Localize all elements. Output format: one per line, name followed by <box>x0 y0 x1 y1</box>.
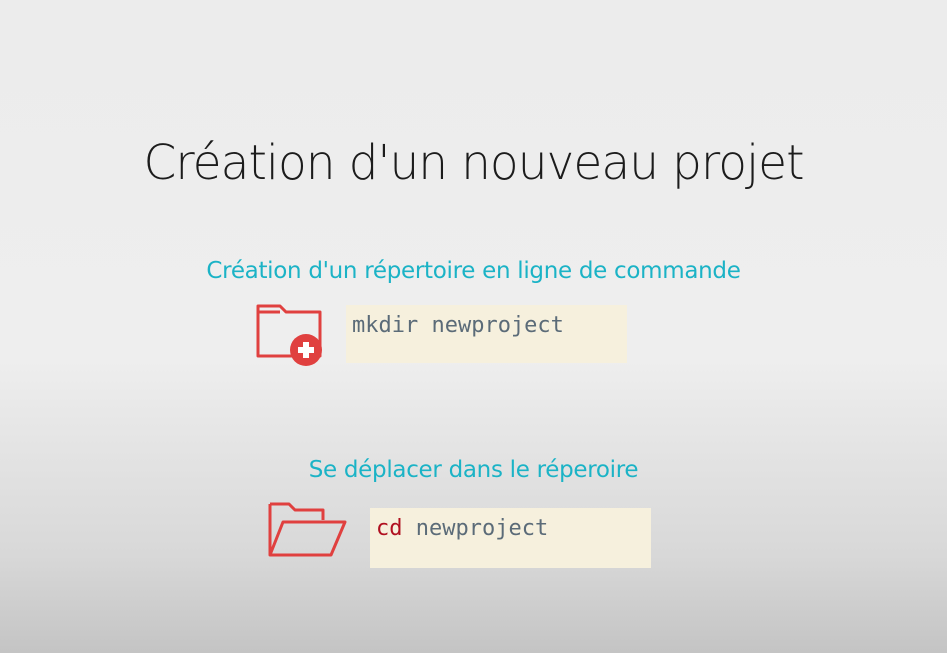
command-argument: newproject <box>402 516 549 541</box>
code-block-cd: cd newproject <box>370 508 651 568</box>
command-text: mkdir newproject <box>352 313 564 338</box>
folder-add-icon <box>256 304 322 366</box>
section-heading-cd: Se déplacer dans le réperoire <box>308 457 639 483</box>
code-block-mkdir: mkdir newproject <box>346 305 627 363</box>
section-heading-mkdir: Création d'un répertoire en ligne de com… <box>206 258 741 284</box>
command-keyword: cd <box>376 516 403 541</box>
slide-title: Création d'un nouveau projet <box>143 135 804 191</box>
folder-open-icon <box>268 502 347 557</box>
